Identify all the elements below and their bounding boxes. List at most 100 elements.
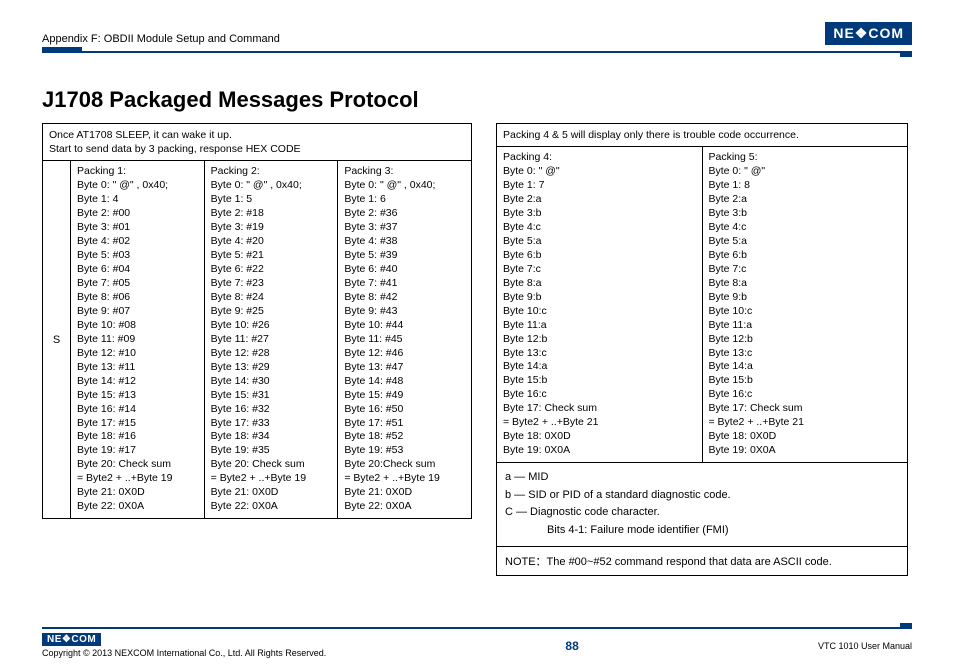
byte-line: Byte 19: #17: [77, 444, 198, 458]
byte-line: Byte 7:c: [503, 263, 696, 277]
byte-line: Byte 1: 4: [77, 193, 198, 207]
byte-line: Byte 11:a: [503, 319, 696, 333]
packing-column: Packing 1:Byte 0: " @" , 0x40;Byte 1: 4B…: [71, 161, 204, 518]
byte-line: Byte 8: #42: [344, 291, 465, 305]
byte-line: Byte 3: #19: [211, 221, 332, 235]
byte-line: Byte 5: #21: [211, 249, 332, 263]
byte-line: Byte 18: #52: [344, 430, 465, 444]
legend-a: a — MID: [505, 469, 899, 487]
packing-column: Packing 3:Byte 0: " @" , 0x40;Byte 1: 6B…: [337, 161, 471, 518]
byte-line: Byte 16:c: [709, 388, 902, 402]
manual-name: VTC 1010 User Manual: [818, 641, 912, 651]
byte-line: Byte 0: " @" , 0x40;: [344, 179, 465, 193]
byte-line: Byte 21: 0X0D: [344, 486, 465, 500]
byte-line: Byte 18: #34: [211, 430, 332, 444]
byte-line: Byte 13:c: [709, 347, 902, 361]
byte-line: Byte 20: Check sum: [211, 458, 332, 472]
byte-line: Byte 7:c: [709, 263, 902, 277]
note: NOTE：The #00~#52 command respond that da…: [497, 546, 907, 575]
byte-line: Byte 1: 8: [709, 179, 902, 193]
footer-logo: NE❖COM: [42, 633, 101, 646]
footer-rule: [42, 627, 912, 629]
byte-line: Byte 17: Check sum: [503, 402, 696, 416]
byte-line: = Byte2 + ..+Byte 21: [503, 416, 696, 430]
byte-line: Byte 0: " @": [503, 165, 696, 179]
byte-line: Byte 16: #32: [211, 403, 332, 417]
byte-line: Byte 15: #31: [211, 389, 332, 403]
byte-line: Byte 19: #35: [211, 444, 332, 458]
table-right: Packing 4 & 5 will display only there is…: [496, 123, 908, 576]
byte-line: Byte 11: #27: [211, 333, 332, 347]
byte-line: Byte 22: 0X0A: [344, 500, 465, 514]
byte-line: Byte 13: #47: [344, 361, 465, 375]
byte-line: = Byte2 + ..+Byte 19: [211, 472, 332, 486]
byte-line: Byte 1: 5: [211, 193, 332, 207]
byte-line: Packing 4:: [503, 151, 696, 165]
byte-line: Byte 3: #01: [77, 221, 198, 235]
byte-line: Byte 20: Check sum: [77, 458, 198, 472]
byte-line: Byte 18: 0X0D: [503, 430, 696, 444]
legend-b: b — SID or PID of a standard diagnostic …: [505, 487, 899, 505]
byte-line: Packing 5:: [709, 151, 902, 165]
byte-line: Byte 15:b: [709, 374, 902, 388]
legend-c-sub: Bits 4-1: Failure mode identifier (FMI): [505, 522, 899, 540]
packing-column: Packing 2:Byte 0: " @" , 0x40;Byte 1: 5B…: [204, 161, 338, 518]
side-label: S: [43, 161, 71, 518]
byte-line: Byte 19: 0X0A: [503, 444, 696, 458]
byte-line: Byte 9: #25: [211, 305, 332, 319]
byte-line: Byte 21: 0X0D: [77, 486, 198, 500]
byte-line: Byte 14: #30: [211, 375, 332, 389]
byte-line: Byte 1: 6: [344, 193, 465, 207]
byte-line: Byte 5:a: [503, 235, 696, 249]
byte-line: Byte 11: #45: [344, 333, 465, 347]
byte-line: Byte 14:a: [503, 360, 696, 374]
legend-c: C — Diagnostic code character.: [505, 504, 899, 522]
page-title: J1708 Packaged Messages Protocol: [42, 87, 912, 113]
byte-line: Byte 7: #41: [344, 277, 465, 291]
byte-line: Byte 19: 0X0A: [709, 444, 902, 458]
byte-line: = Byte2 + ..+Byte 19: [77, 472, 198, 486]
byte-line: Byte 1: 7: [503, 179, 696, 193]
byte-line: Byte 22: 0X0A: [77, 500, 198, 514]
logo: NE❖COM: [825, 22, 912, 45]
byte-line: Byte 17: #33: [211, 417, 332, 431]
byte-line: Packing 2:: [211, 165, 332, 179]
byte-line: Byte 6: #40: [344, 263, 465, 277]
byte-line: Byte 0: " @" , 0x40;: [211, 179, 332, 193]
byte-line: Byte 4:c: [503, 221, 696, 235]
appendix-label: Appendix F: OBDII Module Setup and Comma…: [42, 33, 280, 45]
byte-line: Byte 4:c: [709, 221, 902, 235]
byte-line: = Byte2 + ..+Byte 21: [709, 416, 902, 430]
byte-line: Byte 5: #03: [77, 249, 198, 263]
byte-line: Byte 2: #36: [344, 207, 465, 221]
byte-line: Byte 17: Check sum: [709, 402, 902, 416]
copyright: Copyright © 2013 NEXCOM International Co…: [42, 648, 326, 658]
byte-line: Packing 3:: [344, 165, 465, 179]
byte-line: Byte 4: #02: [77, 235, 198, 249]
byte-line: Byte 17: #51: [344, 417, 465, 431]
intro-line: Once AT1708 SLEEP, it can wake it up.: [49, 128, 465, 142]
byte-line: Byte 2: #18: [211, 207, 332, 221]
intro-line: Packing 4 & 5 will display only there is…: [503, 128, 901, 142]
byte-line: Byte 4: #38: [344, 235, 465, 249]
byte-line: Byte 2:a: [503, 193, 696, 207]
byte-line: = Byte2 + ..+Byte 19: [344, 472, 465, 486]
byte-line: Byte 4: #20: [211, 235, 332, 249]
byte-line: Byte 6: #22: [211, 263, 332, 277]
byte-line: Byte 10: #44: [344, 319, 465, 333]
byte-line: Byte 11:a: [709, 319, 902, 333]
byte-line: Byte 14: #12: [77, 375, 198, 389]
byte-line: Byte 0: " @" , 0x40;: [77, 179, 198, 193]
byte-line: Byte 10: #26: [211, 319, 332, 333]
byte-line: Byte 3:b: [709, 207, 902, 221]
byte-line: Byte 7: #05: [77, 277, 198, 291]
byte-line: Byte 10:c: [503, 305, 696, 319]
packing-column: Packing 4:Byte 0: " @"Byte 1: 7Byte 2:a B…: [497, 147, 702, 462]
byte-line: Byte 16: #14: [77, 403, 198, 417]
byte-line: Byte 10: #08: [77, 319, 198, 333]
byte-line: Byte 14:a: [709, 360, 902, 374]
byte-line: Byte 8: #24: [211, 291, 332, 305]
byte-line: Byte 3: #37: [344, 221, 465, 235]
byte-line: Byte 12: #28: [211, 347, 332, 361]
packing-column: Packing 5:Byte 0: " @"Byte 1: 8Byte 2:aB…: [702, 147, 908, 462]
